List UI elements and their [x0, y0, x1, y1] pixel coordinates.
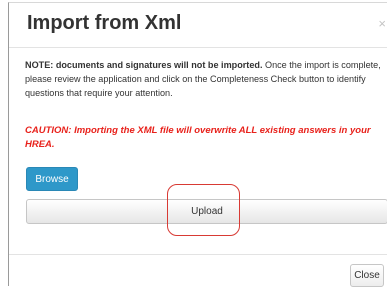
dialog-footer: Close — [9, 254, 387, 288]
dialog-header: Import from Xml × — [9, 3, 387, 48]
caution-warning: CAUTION: Importing the XML file will ove… — [25, 125, 371, 150]
import-note: NOTE: documents and signatures will not … — [25, 58, 387, 100]
close-icon[interactable]: × — [378, 17, 386, 30]
close-button[interactable]: Close — [350, 264, 384, 287]
browse-button[interactable]: Browse — [26, 167, 78, 191]
upload-button[interactable]: Upload — [26, 199, 387, 224]
import-note-bold: NOTE: documents and signatures will not … — [25, 60, 263, 70]
import-xml-dialog: Import from Xml × NOTE: documents and si… — [8, 2, 387, 288]
dialog-title: Import from Xml — [27, 12, 182, 34]
